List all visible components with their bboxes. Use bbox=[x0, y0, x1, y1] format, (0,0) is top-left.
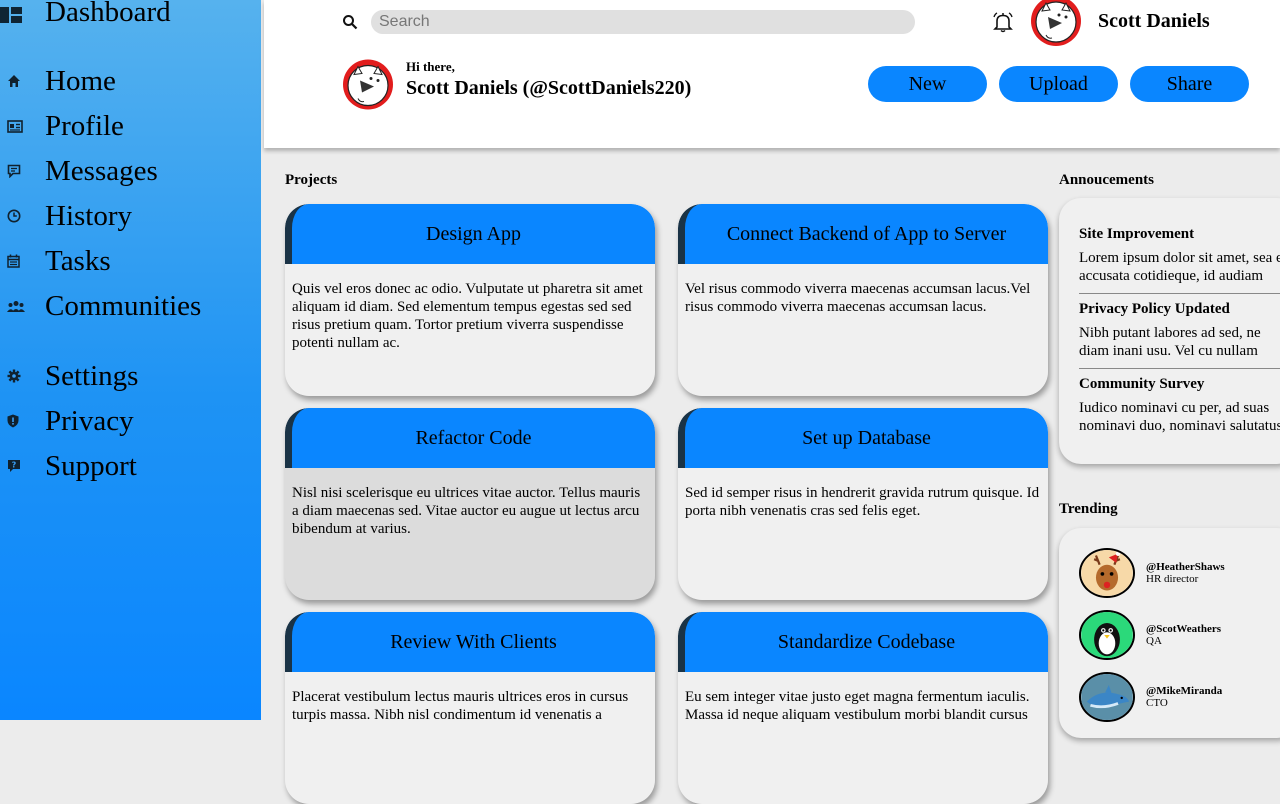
sidebar-item-settings[interactable]: Settings bbox=[0, 356, 138, 396]
header: Scott Daniels Hi there, Scott Daniels (@… bbox=[264, 0, 1280, 148]
divider bbox=[1079, 368, 1280, 369]
gear-icon bbox=[0, 369, 30, 383]
home-icon bbox=[0, 74, 30, 88]
sidebar-item-home[interactable]: Home bbox=[0, 61, 116, 101]
announcement-item[interactable]: Community Survey Iudico nominavi cu per,… bbox=[1079, 376, 1280, 435]
sidebar-item-label: Tasks bbox=[45, 244, 111, 277]
trending-user[interactable]: @HeatherShaws HR director bbox=[1079, 548, 1225, 598]
users-icon bbox=[0, 300, 30, 312]
trending-panel: @HeatherShaws HR director @ScotWeathers … bbox=[1059, 528, 1280, 738]
sidebar-item-label: Profile bbox=[45, 109, 124, 142]
sidebar-item-label: Communities bbox=[45, 289, 202, 322]
sidebar-item-label: Support bbox=[45, 449, 137, 482]
sidebar-item-label: Settings bbox=[45, 359, 139, 392]
project-card[interactable]: Standardize Codebase Eu sem integer vita… bbox=[678, 612, 1048, 804]
id-card-icon bbox=[0, 119, 30, 133]
trending-role: QA bbox=[1146, 635, 1162, 647]
announcement-title: Community Survey bbox=[1079, 376, 1205, 392]
project-card-title: Connect Backend of App to Server bbox=[678, 204, 1048, 264]
project-card[interactable]: Connect Backend of App to Server Vel ris… bbox=[678, 204, 1048, 396]
brand[interactable]: Dashboard bbox=[0, 0, 171, 32]
trending-user[interactable]: @MikeMiranda CTO bbox=[1079, 672, 1222, 722]
announcement-text: Nibh putant labores ad sed, ne diam inan… bbox=[1079, 325, 1261, 359]
trending-handle: @ScotWeathers bbox=[1146, 623, 1221, 635]
project-card[interactable]: Design App Quis vel eros donec ac odio. … bbox=[285, 204, 655, 396]
dashboard-icon bbox=[0, 0, 40, 32]
svg-text:?: ? bbox=[12, 461, 17, 470]
bell-icon[interactable] bbox=[992, 11, 1014, 33]
reindeer-avatar bbox=[1079, 548, 1135, 598]
project-card-text: Placerat vestibulum lectus mauris ultric… bbox=[292, 689, 629, 723]
sidebar-item-label: Messages bbox=[45, 154, 158, 187]
sidebar-item-privacy[interactable]: Privacy bbox=[0, 401, 134, 441]
shield-icon bbox=[0, 414, 30, 428]
trending-role: CTO bbox=[1146, 697, 1168, 709]
message-icon bbox=[0, 164, 30, 178]
project-card[interactable]: Refactor Code Nisl nisi scelerisque eu u… bbox=[285, 408, 655, 600]
brand-title: Dashboard bbox=[45, 0, 171, 28]
project-card-title: Design App bbox=[285, 204, 655, 264]
project-card-text: Eu sem integer vitae justo eget magna fe… bbox=[685, 689, 1030, 723]
project-card-title: Standardize Codebase bbox=[678, 612, 1048, 672]
project-card[interactable]: Review With Clients Placerat vestibulum … bbox=[285, 612, 655, 804]
project-card-title: Refactor Code bbox=[285, 408, 655, 468]
calendar-icon bbox=[0, 254, 30, 268]
announcement-title: Privacy Policy Updated bbox=[1079, 301, 1230, 317]
project-card-text: Vel risus commodo viverra maecenas accum… bbox=[685, 281, 1031, 315]
user-name[interactable]: Scott Daniels bbox=[1098, 10, 1210, 33]
dolphin-avatar bbox=[1079, 672, 1135, 722]
trending-handle: @MikeMiranda bbox=[1146, 685, 1223, 697]
sidebar-item-label: Privacy bbox=[45, 404, 134, 437]
upload-button[interactable]: Upload bbox=[999, 66, 1118, 102]
project-card-title: Review With Clients bbox=[285, 612, 655, 672]
project-card-text: Sed id semper risus in hendrerit gravida… bbox=[685, 485, 1040, 519]
search-input[interactable] bbox=[371, 10, 915, 34]
sidebar-item-messages[interactable]: Messages bbox=[0, 151, 158, 191]
sidebar-item-tasks[interactable]: Tasks bbox=[0, 241, 111, 281]
help-icon: ? bbox=[0, 459, 30, 473]
announcements-panel[interactable]: Site Improvement Lorem ipsum dolor sit a… bbox=[1059, 198, 1280, 464]
trending-role: HR director bbox=[1146, 573, 1199, 585]
project-card[interactable]: Set up Database Sed id semper risus in h… bbox=[678, 408, 1048, 600]
sidebar-item-label: History bbox=[45, 199, 132, 232]
sidebar-item-history[interactable]: History bbox=[0, 196, 132, 236]
announcement-item[interactable]: Site Improvement Lorem ipsum dolor sit a… bbox=[1079, 226, 1280, 285]
sidebar-item-label: Home bbox=[45, 64, 116, 97]
profile-avatar bbox=[343, 59, 393, 110]
announcements-title: Annoucements bbox=[1059, 172, 1155, 188]
clock-icon bbox=[0, 209, 30, 223]
greeting: Hi there, bbox=[406, 59, 455, 74]
user-avatar[interactable] bbox=[1028, 0, 1084, 47]
announcement-item[interactable]: Privacy Policy Updated Nibh putant labor… bbox=[1079, 301, 1280, 360]
search-icon[interactable] bbox=[342, 14, 358, 30]
project-card-text: Nisl nisi scelerisque eu ultrices vitae … bbox=[292, 485, 641, 537]
project-card-title: Set up Database bbox=[678, 408, 1048, 468]
announcement-title: Site Improvement bbox=[1079, 226, 1195, 242]
new-button[interactable]: New bbox=[868, 66, 987, 102]
trending-user[interactable]: @ScotWeathers QA bbox=[1079, 610, 1221, 660]
penguin-avatar bbox=[1079, 610, 1135, 660]
sidebar-item-communities[interactable]: Communities bbox=[0, 286, 201, 326]
share-button[interactable]: Share bbox=[1130, 66, 1249, 102]
trending-handle: @HeatherShaws bbox=[1146, 561, 1225, 573]
sidebar-item-profile[interactable]: Profile bbox=[0, 106, 124, 146]
announcement-text: Lorem ipsum dolor sit amet, sea ei accus… bbox=[1079, 250, 1280, 284]
project-card-text: Quis vel eros donec ac odio. Vulputate u… bbox=[292, 281, 643, 351]
sidebar-item-support[interactable]: ? Support bbox=[0, 446, 137, 486]
divider bbox=[1079, 293, 1280, 294]
projects-title: Projects bbox=[285, 172, 338, 188]
announcement-text: Iudico nominavi cu per, ad suas nominavi… bbox=[1079, 400, 1280, 434]
sidebar: Dashboard Home Profile Messages History … bbox=[0, 0, 261, 720]
greeting-name: Scott Daniels (@ScottDaniels220) bbox=[406, 77, 692, 99]
trending-title: Trending bbox=[1059, 501, 1118, 517]
